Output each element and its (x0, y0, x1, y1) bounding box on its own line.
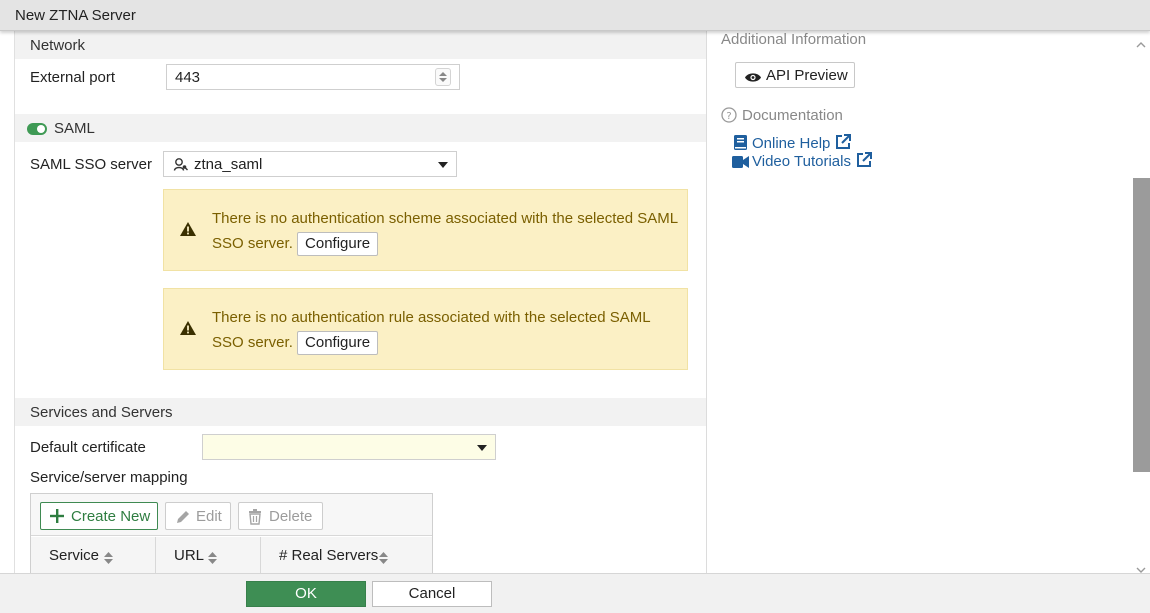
video-tutorials-link[interactable]: Video Tutorials (752, 153, 851, 170)
configure-rule-button[interactable]: Configure (297, 331, 379, 356)
video-camera-icon (732, 155, 749, 172)
warning-auth-scheme: There is no authentication scheme associ… (163, 189, 688, 271)
column-url-label: URL (174, 547, 205, 564)
sort-icon[interactable] (379, 551, 388, 568)
external-link-icon[interactable] (835, 134, 851, 154)
default-certificate-label: Default certificate (30, 439, 146, 456)
external-link-icon[interactable] (856, 152, 872, 172)
info-sidebar: Additional Information API Preview ? Doc… (707, 31, 1150, 573)
network-section-title: Network (30, 37, 86, 54)
saml-sso-server-value: ztna_saml (194, 156, 263, 173)
column-header-url[interactable]: URL (156, 537, 261, 573)
online-help-link[interactable]: Online Help (752, 135, 830, 152)
saml-section-title: SAML (54, 120, 95, 137)
delete-label: Delete (269, 508, 313, 525)
warning-message: There is no authentication scheme associ… (212, 206, 682, 257)
question-circle-icon: ? (721, 107, 737, 127)
api-preview-label: API Preview (766, 67, 848, 84)
warning-auth-rule: There is no authentication rule associat… (163, 288, 688, 370)
port-stepper[interactable] (435, 68, 451, 86)
warning-auth-scheme-text: There is no authentication scheme associ… (212, 210, 678, 252)
delete-button[interactable]: Delete (238, 502, 323, 530)
create-new-button[interactable]: Create New (40, 502, 158, 530)
column-header-real-servers[interactable]: # Real Servers (261, 537, 432, 573)
warning-triangle-icon (179, 320, 197, 340)
sort-icon[interactable] (104, 551, 113, 568)
default-certificate-select[interactable] (202, 434, 496, 460)
services-section-title: Services and Servers (30, 404, 173, 421)
create-new-label: Create New (71, 508, 151, 525)
plus-icon (50, 509, 64, 527)
eye-icon (745, 70, 761, 87)
configure-scheme-button[interactable]: Configure (297, 232, 379, 257)
chevron-down-icon (438, 162, 448, 168)
window-titlebar: New ZTNA Server (0, 0, 1150, 31)
column-service-label: Service (49, 547, 100, 564)
services-section-header: Services and Servers (15, 398, 706, 426)
edit-button[interactable]: Edit (165, 502, 231, 530)
sort-icon[interactable] (208, 551, 217, 568)
table-header: Service URL # Real Servers (31, 537, 432, 573)
cancel-button[interactable]: Cancel (372, 581, 492, 607)
warning-triangle-icon (179, 221, 197, 241)
service-mapping-label: Service/server mapping (30, 469, 188, 486)
additional-info-heading: Additional Information (721, 31, 867, 48)
external-port-value: 443 (175, 69, 201, 86)
external-port-input[interactable]: 443 (166, 64, 460, 90)
table-toolbar: Create New Edit Delete (31, 494, 432, 536)
saml-toggle[interactable] (27, 123, 47, 135)
edit-label: Edit (196, 508, 222, 525)
warning-message: There is no authentication rule associat… (212, 305, 682, 356)
scrollbar-thumb[interactable] (1133, 178, 1150, 472)
person-key-icon (173, 157, 188, 176)
form-pane[interactable]: Network External port 443 SAML SAML SSO … (14, 31, 707, 573)
book-icon (734, 135, 747, 154)
chevron-down-icon (477, 445, 487, 451)
pencil-icon (175, 509, 191, 529)
network-section-header: Network (15, 31, 706, 59)
external-port-label: External port (30, 69, 116, 86)
window-title: New ZTNA Server (15, 7, 136, 24)
saml-section-header: SAML (15, 114, 706, 142)
service-mapping-table: Create New Edit Delete Service URL # Rea… (30, 493, 433, 573)
column-header-service[interactable]: Service (31, 537, 156, 573)
api-preview-button[interactable]: API Preview (735, 62, 855, 88)
ok-button[interactable]: OK (246, 581, 366, 607)
warning-auth-rule-text: There is no authentication rule associat… (212, 309, 651, 351)
saml-sso-server-label: SAML SSO server (30, 156, 152, 173)
svg-text:?: ? (726, 111, 731, 122)
column-real-servers-label: # Real Servers (279, 547, 379, 564)
dialog-footer: OK Cancel (0, 573, 1150, 613)
documentation-heading: Documentation (742, 107, 843, 124)
saml-sso-server-select[interactable]: ztna_saml (163, 151, 457, 177)
trash-icon (248, 509, 262, 529)
